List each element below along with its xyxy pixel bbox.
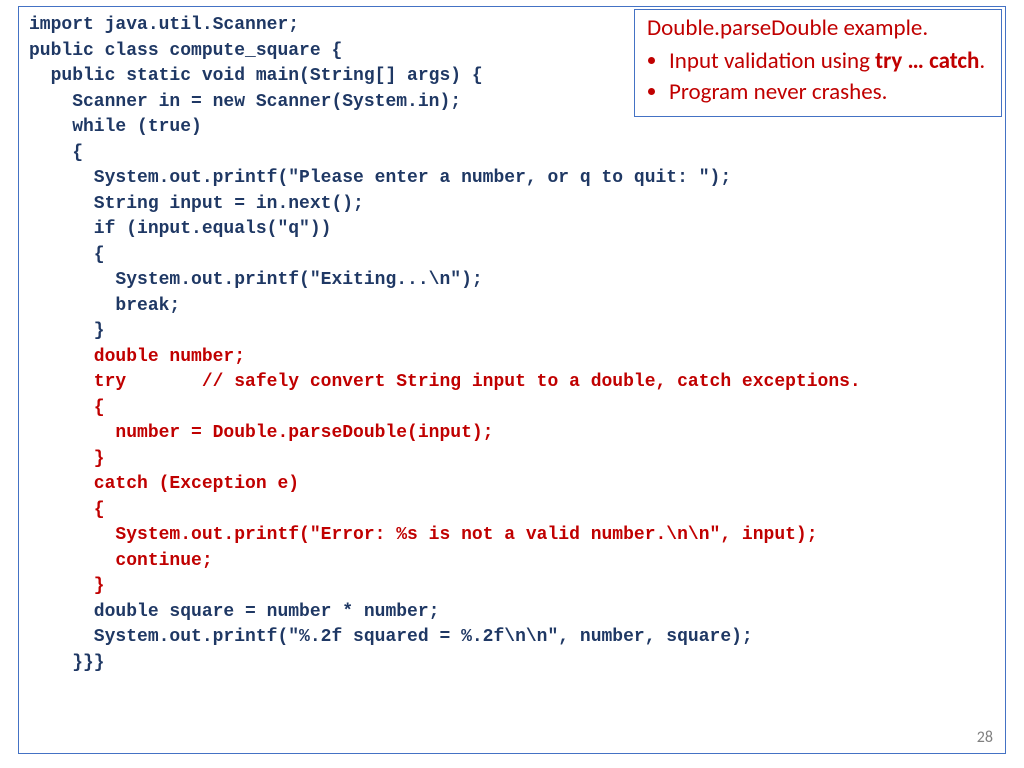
code-line: import java.util.Scanner; — [29, 15, 299, 35]
callout-box: Double.parseDouble example. Input valida… — [634, 9, 1002, 117]
code-line-red: try — [29, 372, 202, 392]
code-line-red: { — [29, 398, 105, 418]
code-line: } — [29, 321, 105, 341]
code-line: System.out.printf("Please enter a number… — [29, 168, 731, 188]
code-line: { — [29, 143, 83, 163]
code-line-red: { — [29, 500, 105, 520]
code-line-red: } — [29, 449, 105, 469]
code-line: { — [29, 245, 105, 265]
code-line-red: catch (Exception e) — [29, 474, 299, 494]
code-line: double square = number * number; — [29, 602, 439, 622]
code-container: Double.parseDouble example. Input valida… — [18, 6, 1006, 754]
code-line: while (true) — [29, 117, 202, 137]
code-line: public class compute_square { — [29, 41, 342, 61]
callout-item-1: Program never crashes. — [669, 78, 991, 107]
code-line-red: number = Double.parseDouble(input); — [29, 423, 493, 443]
code-line-red: System.out.printf("Error: %s is not a va… — [29, 525, 818, 545]
code-line: public static void main(String[] args) { — [29, 66, 483, 86]
code-line: String input = in.next(); — [29, 194, 364, 214]
code-line: }}} — [29, 653, 105, 673]
code-line-red: } — [29, 576, 105, 596]
code-comment: // safely convert String input to a doub… — [202, 372, 861, 392]
callout-list: Input validation using try … catch. Prog… — [647, 47, 991, 107]
code-line: System.out.printf("%.2f squared = %.2f\n… — [29, 627, 753, 647]
code-line: System.out.printf("Exiting...\n"); — [29, 270, 483, 290]
page-number: 28 — [977, 728, 993, 747]
callout-item-0: Input validation using try … catch. — [669, 47, 991, 76]
code-line-red: continue; — [29, 551, 213, 571]
callout-title: Double.parseDouble example. — [647, 14, 991, 43]
code-line: break; — [29, 296, 180, 316]
code-line-red: double number; — [29, 347, 245, 367]
code-line: Scanner in = new Scanner(System.in); — [29, 92, 461, 112]
code-line: if (input.equals("q")) — [29, 219, 331, 239]
slide: Double.parseDouble example. Input valida… — [0, 0, 1024, 768]
